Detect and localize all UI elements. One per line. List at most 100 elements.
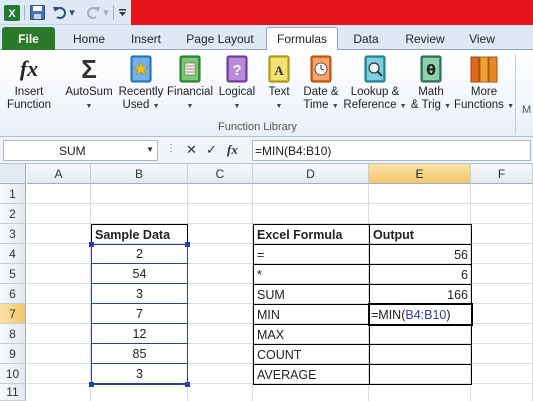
cell-b5[interactable]: 54 [92,264,187,284]
math-trig-label: Math & Trig ▼ [410,86,452,111]
cell-b9[interactable]: 85 [92,344,187,364]
more-functions-label: More Functions ▼ [454,86,514,111]
row-header-8[interactable]: 8 [0,324,26,344]
customize-qat-icon[interactable] [117,4,127,21]
cell-b10[interactable]: 3 [92,364,187,384]
cell-d4[interactable]: = [253,244,370,265]
row-header-3[interactable]: 3 [0,224,26,244]
formula-text: =MIN(B4:B10) [255,143,332,158]
formula-suffix: ) [446,307,451,322]
undo-icon[interactable] [50,4,68,21]
tab-insert[interactable]: Insert [118,28,174,50]
column-header-b[interactable]: B [91,164,188,184]
fx-icon: fx [19,56,39,81]
book-star-icon [126,54,156,84]
insert-function-icon[interactable]: fx [227,142,238,158]
math-trig-button[interactable]: θ Math & Trig ▼ [406,54,456,113]
row-header-9[interactable]: 9 [0,344,26,364]
formula-bar: SUM ▼ ⋮ ✕ ✓ fx =MIN(B4:B10) [0,137,533,164]
cell-d10[interactable]: AVERAGE [253,364,370,385]
cell-d5[interactable]: * [253,264,370,285]
next-group-label: M [522,104,532,116]
ribbon-formulas: fx Insert Function Σ AutoSum ▼ Recently Use… [0,50,533,137]
row-header-7[interactable]: 7 [0,304,26,324]
gridline-row [27,203,533,204]
financial-button[interactable]: Financial ▼ [166,54,214,113]
tab-home[interactable]: Home [62,28,116,50]
column-header-d[interactable]: D [253,164,369,184]
enter-icon[interactable]: ✓ [206,142,217,158]
sigma-icon: Σ [81,53,97,84]
book-text-icon: A [264,54,294,84]
cell-d7[interactable]: MIN [253,304,370,325]
excel-x-icon[interactable]: X [3,4,21,21]
tab-review[interactable]: Review [396,28,454,50]
cell-e4[interactable]: 56 [369,244,472,265]
redo-dropdown-icon[interactable]: ▾ [102,4,110,21]
cell-b6[interactable]: 3 [92,284,187,304]
autosum-button[interactable]: Σ AutoSum ▼ [64,54,114,113]
insert-function-label: Insert Function [6,86,52,111]
recently-used-button[interactable]: Recently Used ▼ [117,54,165,113]
cancel-icon[interactable]: ✕ [186,142,197,158]
cell-b3-header[interactable]: Sample Data [91,224,188,245]
cell-d9[interactable]: COUNT [253,344,370,365]
cell-b4[interactable]: 2 [92,244,187,264]
cell-b7[interactable]: 7 [92,304,187,324]
tab-view[interactable]: View [456,28,508,50]
books-stack-icon [469,54,499,84]
undo-dropdown-icon[interactable]: ▾ [68,4,76,21]
tab-file[interactable]: File [2,27,55,50]
cell-e7-formula[interactable]: =MIN(B4:B10) [370,305,471,324]
cell-e3-header[interactable]: Output [369,224,472,245]
column-header-a[interactable]: A [27,164,91,184]
tab-page-layout[interactable]: Page Layout [178,28,262,50]
date-time-button[interactable]: Date & Time ▼ [298,54,344,113]
qat-divider [24,5,25,20]
more-functions-button[interactable]: More Functions ▼ [454,54,514,113]
cell-e10[interactable] [369,364,472,385]
row-header-5[interactable]: 5 [0,264,26,284]
cell-d3-header[interactable]: Excel Formula [253,224,370,245]
tab-formulas[interactable]: Formulas [266,27,338,51]
tab-data[interactable]: Data [340,28,392,50]
title-bar [131,0,533,25]
recently-used-label: Recently Used ▼ [118,86,164,111]
row-header-10[interactable]: 10 [0,364,26,384]
book-question-icon: ? [222,54,252,84]
row-header-1[interactable]: 1 [0,184,26,204]
svg-text:θ: θ [426,63,436,79]
lookup-reference-button[interactable]: Lookup & Reference ▼ [343,54,407,113]
svg-text:?: ? [232,62,241,79]
insert-function-button[interactable]: fx Insert Function [4,54,54,112]
name-box-value: SUM [59,143,86,158]
autosum-label: AutoSum ▼ [65,86,113,110]
column-header-c[interactable]: C [188,164,253,184]
name-box-dropdown-icon[interactable]: ▼ [146,145,154,154]
cell-e5[interactable]: 6 [369,264,472,285]
cell-e9[interactable] [369,344,472,365]
cell-e8[interactable] [369,324,472,345]
formula-bar-resize-icon[interactable]: ⋮ [166,143,176,154]
logical-button[interactable]: ? Logical ▼ [214,54,260,113]
column-header-e[interactable]: E [369,164,471,184]
formula-input[interactable]: =MIN(B4:B10) [252,140,531,161]
row-header-4[interactable]: 4 [0,244,26,264]
cell-e6[interactable]: 166 [369,284,472,305]
name-box[interactable]: SUM ▼ [3,140,158,161]
cell-d6[interactable]: SUM [253,284,370,305]
row-header-11[interactable]: 11 [0,384,26,401]
row-header-6[interactable]: 6 [0,284,26,304]
cell-b8[interactable]: 12 [92,324,187,344]
text-button[interactable]: A Text ▼ [260,54,298,113]
function-library-group-label: Function Library [218,121,297,133]
svg-text:A: A [274,63,284,78]
cell-d8[interactable]: MAX [253,324,370,345]
redo-icon[interactable] [84,4,102,21]
row-header-2[interactable]: 2 [0,204,26,224]
select-all-corner[interactable] [0,164,26,184]
save-icon[interactable] [28,4,46,21]
worksheet-grid: A B C D E F 1 2 3 4 5 6 7 8 9 10 11 Samp… [0,164,533,401]
column-header-f[interactable]: F [471,164,533,184]
ribbon-group-divider [515,54,516,134]
